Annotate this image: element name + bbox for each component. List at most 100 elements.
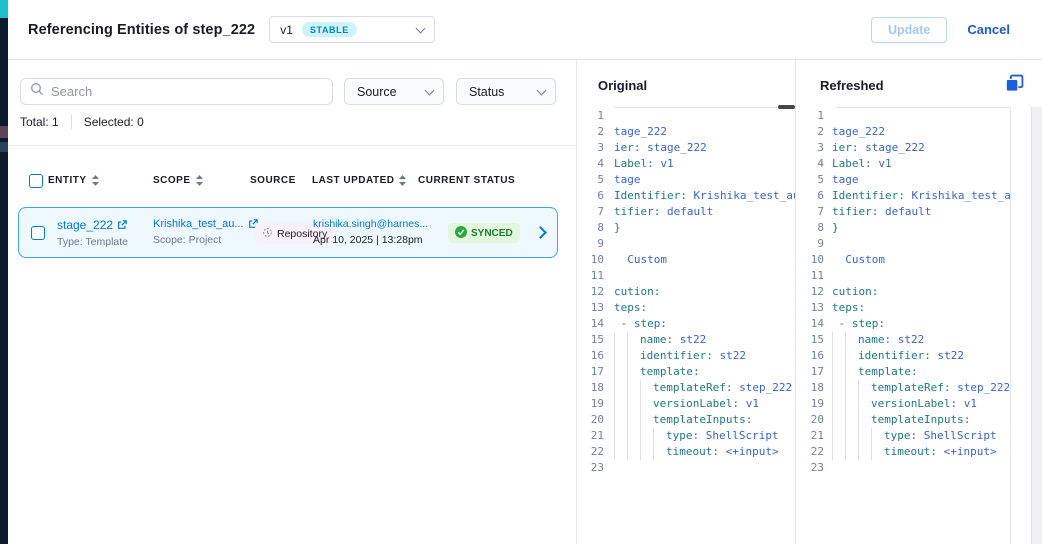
line-number: 10 (796, 252, 824, 268)
search-input[interactable] (51, 84, 323, 99)
line-number: 17 (576, 364, 604, 380)
summary-bar: Total: 1 Selected: 0 (20, 115, 144, 129)
updated-at: Apr 10, 2025 | 13:28pm (313, 234, 428, 246)
indent-guide (832, 396, 845, 412)
code-line: 3ier: stage_222 (576, 140, 795, 156)
indent-guide (614, 396, 627, 412)
line-number: 22 (796, 444, 824, 460)
update-button[interactable]: Update (871, 17, 947, 43)
scrollbar-gutter[interactable] (1031, 107, 1042, 544)
line-number: 13 (576, 300, 604, 316)
code-line: 6Identifier: Krishika_test_aut (796, 188, 1010, 204)
line-number: 19 (576, 396, 604, 412)
line-number: 16 (796, 348, 824, 364)
chevron-down-icon (416, 23, 426, 33)
code-line: 4Label: v1 (796, 156, 1010, 172)
code-line: 2tage_222 (576, 124, 795, 140)
indent-guide (627, 364, 640, 380)
code-line: 9 (796, 236, 1010, 252)
indent-guide (640, 444, 653, 460)
indent-guide (845, 412, 858, 428)
status-badge: SYNCED (448, 223, 520, 243)
line-number: 7 (796, 204, 824, 220)
status-filter-label: Status (469, 85, 538, 99)
line-number: 10 (576, 252, 604, 268)
indent-guide (640, 396, 653, 412)
indent-guide (845, 444, 858, 460)
code-line: 18templateRef: step_222 (576, 380, 795, 396)
entity-cell: stage_222 Type: Template (57, 218, 128, 248)
indent-guide (614, 380, 627, 396)
code-line: 18templateRef: step_222 (796, 380, 1010, 396)
row-checkbox[interactable] (31, 226, 45, 240)
table-row[interactable]: stage_222 Type: Template Krishika_test_a… (18, 207, 558, 258)
sort-icon[interactable] (196, 175, 203, 186)
code-line: 4Label: v1 (576, 156, 795, 172)
updated-by: krishika.singh@harnes... (313, 218, 428, 230)
indent-guide (871, 428, 884, 444)
line-number: 2 (796, 124, 824, 140)
external-link-icon[interactable] (117, 220, 127, 230)
source-filter-dropdown[interactable]: Source (344, 78, 444, 105)
indent-guide (614, 364, 627, 380)
sort-icon[interactable] (92, 175, 99, 186)
column-header-scope[interactable]: SCOPE (153, 175, 203, 186)
code-line: 10 Custom (576, 252, 795, 268)
sort-icon[interactable] (399, 175, 406, 186)
table-header: ENTITY SCOPE SOURCE LAST UPDATED (8, 171, 576, 191)
column-header-current-status: CURRENT STATUS (418, 175, 515, 186)
line-number: 8 (576, 220, 604, 236)
line-number: 3 (576, 140, 604, 156)
code-line: 6Identifier: Krishika_test_aut (576, 188, 795, 204)
indent-guide (627, 412, 640, 428)
code-line: 8} (796, 220, 1010, 236)
column-header-last-updated[interactable]: LAST UPDATED (312, 175, 406, 186)
line-number: 18 (796, 380, 824, 396)
line-number: 7 (576, 204, 604, 220)
chevron-down-icon (425, 85, 435, 95)
indent-guide (627, 380, 640, 396)
code-line: 5tage (576, 172, 795, 188)
code-line: 7tifier: default (576, 204, 795, 220)
stable-badge: STABLE (302, 22, 357, 37)
scope-link[interactable]: Krishika_test_au... (153, 218, 244, 230)
total-count: Total: 1 (20, 115, 59, 129)
select-all-checkbox[interactable] (29, 174, 43, 188)
indent-guide (653, 444, 666, 460)
code-line: 23 (576, 460, 795, 476)
line-number: 8 (796, 220, 824, 236)
indent-guide (858, 380, 871, 396)
copy-icon[interactable] (1004, 74, 1024, 94)
code-line: 7tifier: default (796, 204, 1010, 220)
code-line: 20templateInputs: (576, 412, 795, 428)
column-header-entity[interactable]: ENTITY (48, 175, 99, 186)
cancel-button[interactable]: Cancel (967, 22, 1010, 37)
source-filter-label: Source (357, 85, 426, 99)
divider (71, 115, 72, 129)
indent-guide (832, 428, 845, 444)
entity-type: Type: Template (57, 236, 128, 248)
indent-guide (640, 380, 653, 396)
code-line: 11 (576, 268, 795, 284)
code-line: 17template: (796, 364, 1010, 380)
original-panel-title: Original (598, 78, 647, 93)
line-number: 11 (576, 268, 604, 284)
indent-guide (614, 428, 627, 444)
status-badge-label: SYNCED (471, 228, 513, 239)
divider (1010, 107, 1011, 544)
version-value: v1 (280, 23, 293, 37)
diff-panel-refreshed[interactable]: 12tage_2223ier: stage_2224Label: v15tage… (796, 108, 1010, 476)
diff-panel-original[interactable]: 12tage_2223ier: stage_2224Label: v15tage… (576, 108, 795, 476)
line-number: 12 (576, 284, 604, 300)
row-expand-chevron-icon[interactable] (534, 226, 547, 239)
scope-cell: Krishika_test_au... Scope: Project (153, 218, 258, 246)
code-line: 14 - step: (576, 316, 795, 332)
nav-strip-accent (0, 0, 8, 18)
code-line: 13teps: (796, 300, 1010, 316)
entity-link[interactable]: stage_222 (57, 218, 113, 232)
status-filter-dropdown[interactable]: Status (456, 78, 556, 105)
version-selector[interactable]: v1 STABLE (269, 16, 435, 43)
code-line: 9 (576, 236, 795, 252)
line-number: 15 (576, 332, 604, 348)
code-line: 19versionLabel: v1 (576, 396, 795, 412)
